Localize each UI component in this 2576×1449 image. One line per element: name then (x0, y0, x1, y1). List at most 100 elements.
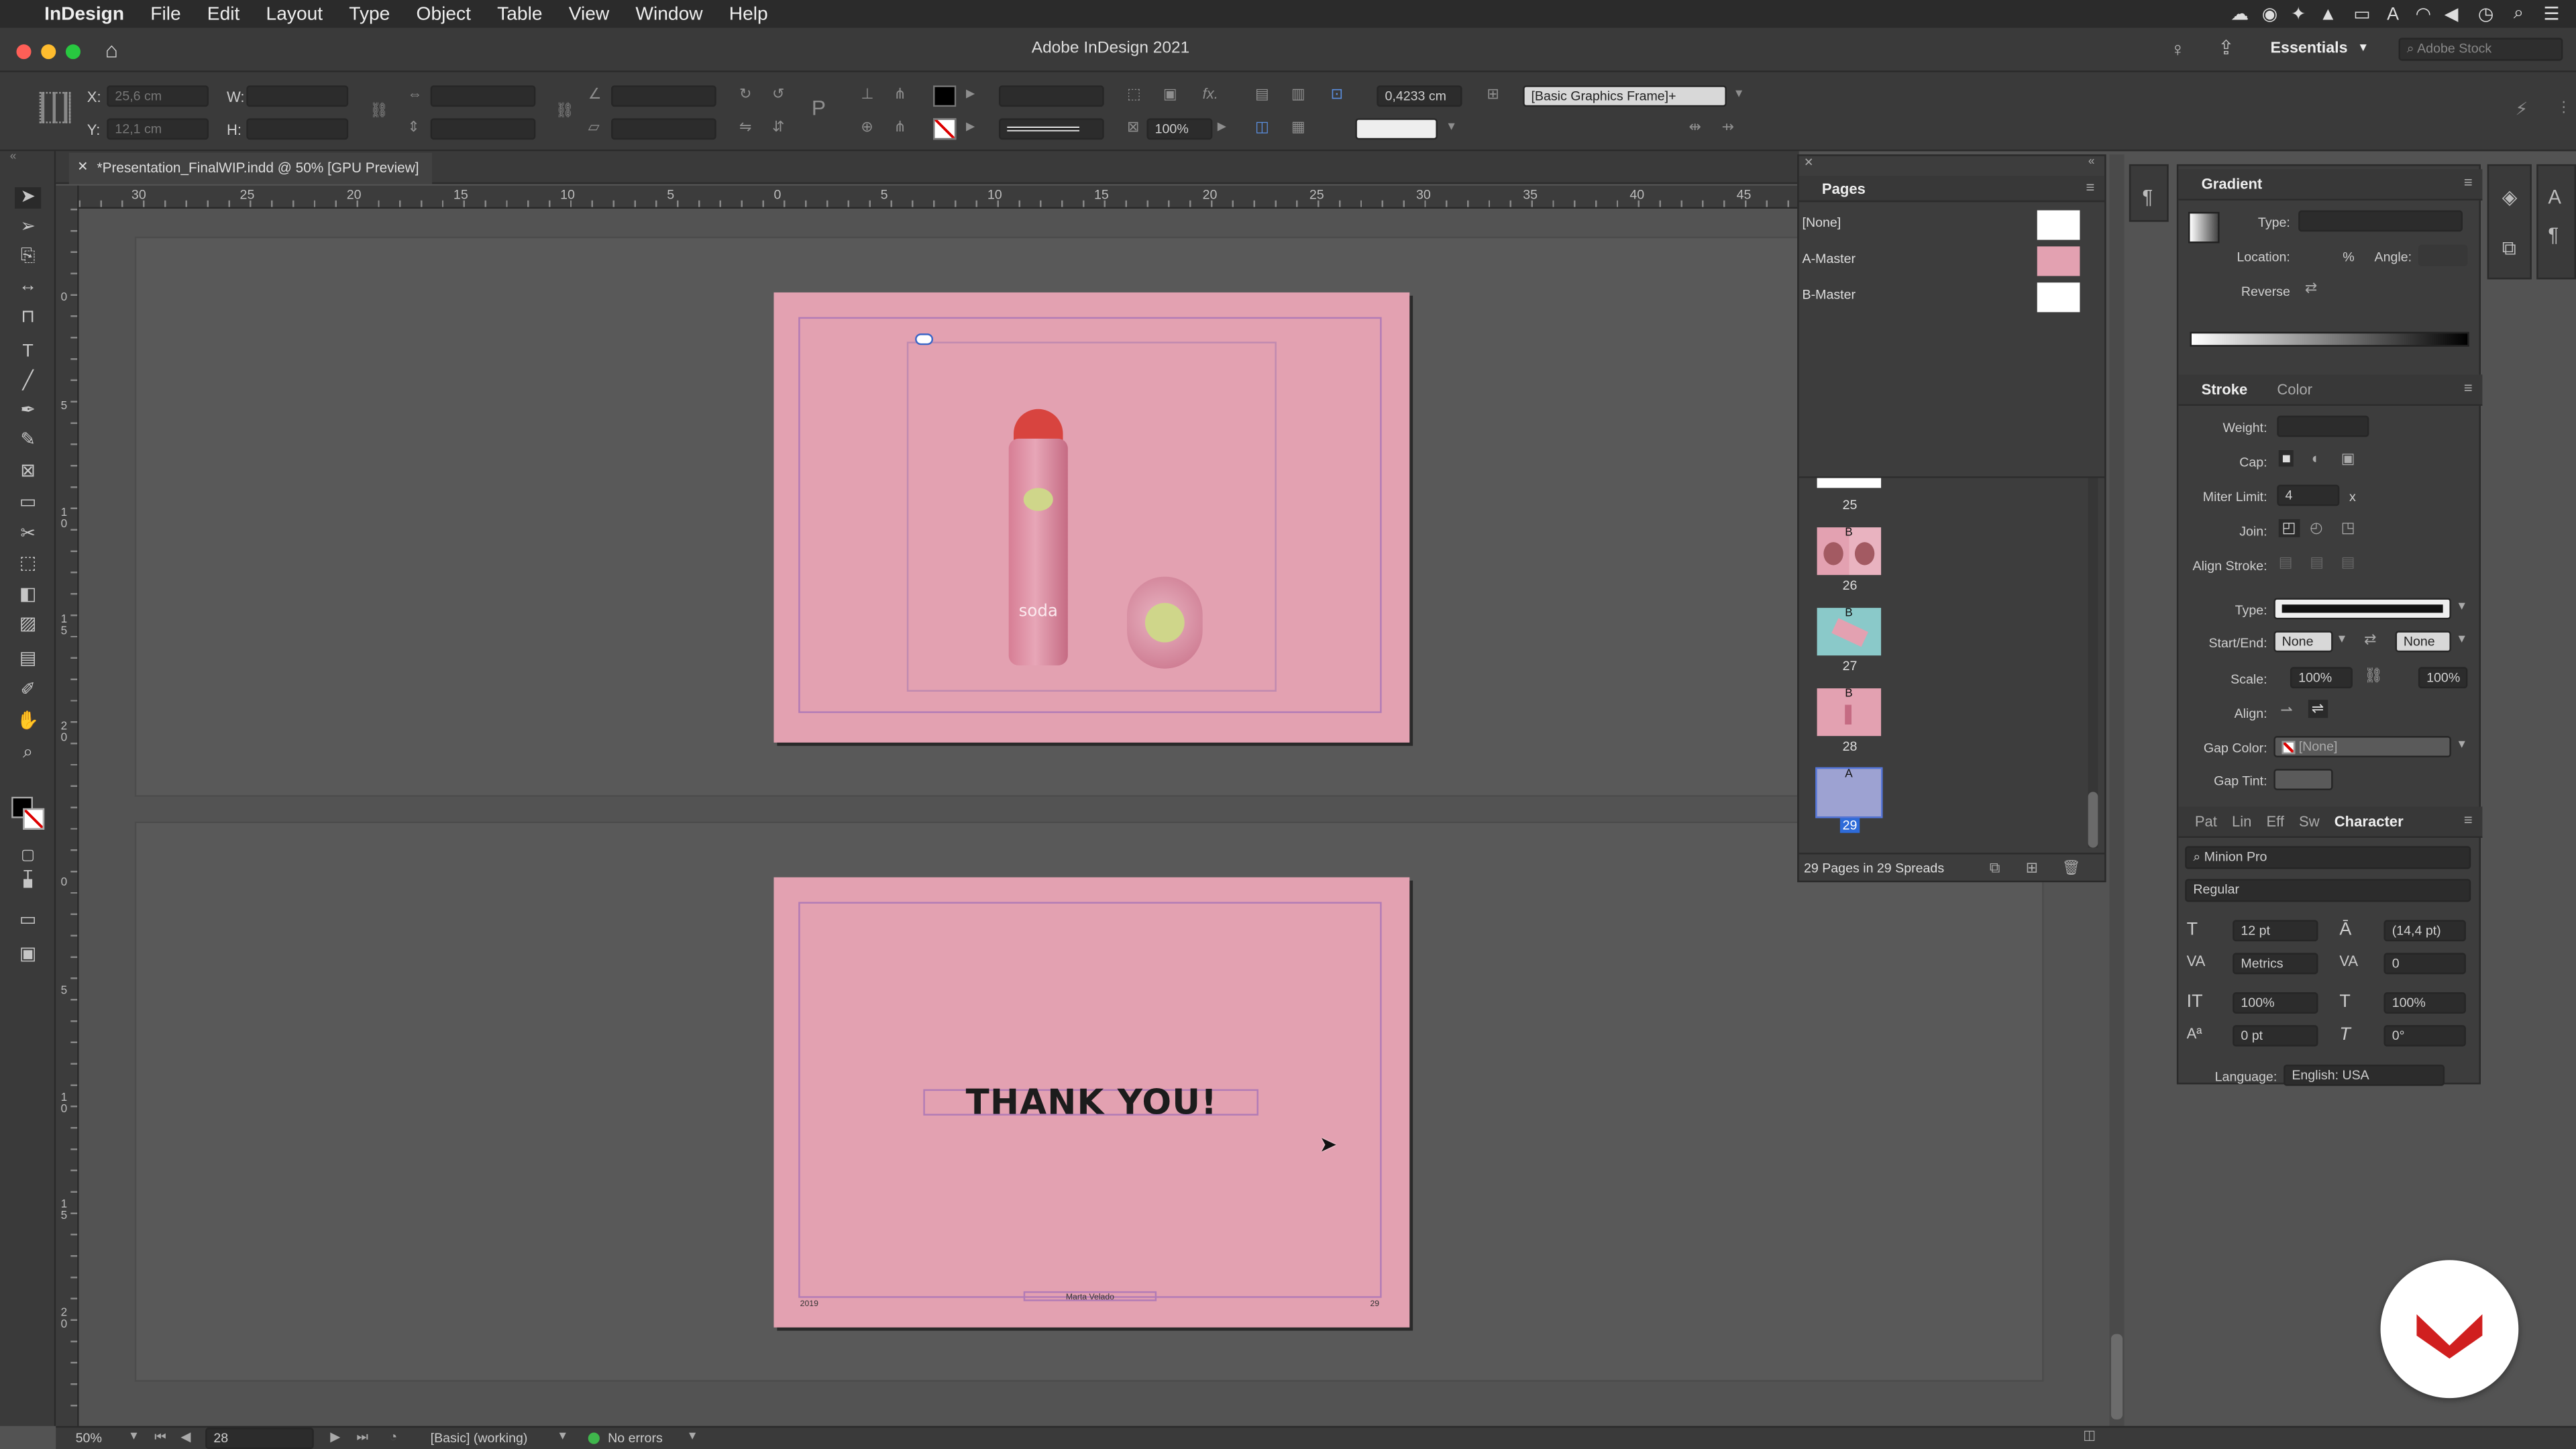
chevron-down-icon[interactable]: ▼ (1446, 121, 1457, 133)
y-field[interactable]: 12,1 cm (107, 118, 209, 140)
close-tab-icon[interactable]: ✕ (77, 160, 88, 174)
panel-menu-icon[interactable]: ≡ (2464, 812, 2473, 828)
stroke-type-field[interactable] (2273, 598, 2451, 620)
pilcrow-icon[interactable]: ¶ (2142, 186, 2153, 209)
gradient-swatch-tool-icon[interactable]: ◧ (15, 585, 41, 606)
eyedropper-tool-icon[interactable]: ✐ (15, 680, 41, 702)
menu-layout[interactable]: Layout (266, 4, 323, 23)
page-thumb-28[interactable]: B (1817, 688, 1882, 737)
language-dropdown[interactable]: English: USA (2284, 1064, 2445, 1086)
canvas-scroll-thumb[interactable] (2110, 1334, 2123, 1419)
tab-gradient[interactable]: Gradient (2202, 176, 2263, 192)
gradient-type-dropdown[interactable] (2298, 210, 2463, 232)
pencil-tool-icon[interactable]: ✎ (15, 431, 41, 452)
text-wrap-jump-icon[interactable]: ▦ (1291, 118, 1305, 136)
rectangle-frame-tool-icon[interactable]: ⊠ (15, 462, 41, 483)
lightning-icon[interactable]: ⚡ (2515, 99, 2528, 119)
sync-icon[interactable]: ◉ (2262, 3, 2278, 24)
stroke-color-icon[interactable] (23, 808, 45, 830)
tab-swatches[interactable]: Sw (2299, 813, 2320, 829)
chevron-down-icon[interactable]: ▼ (2456, 634, 2467, 645)
h-field[interactable] (246, 118, 349, 140)
butt-cap-icon[interactable]: ■ (2278, 450, 2294, 467)
select-content-icon[interactable]: ⊕ (861, 118, 873, 136)
chevron-down-icon[interactable]: ▼ (1733, 89, 1745, 100)
stroke-type-dropdown[interactable] (998, 118, 1104, 140)
formatting-container-icon[interactable]: ▢ T (15, 845, 41, 883)
character-styles-icon[interactable]: A (2548, 186, 2561, 209)
vertical-ruler[interactable]: 0 5 1 0 1 5 2 0 0 5 1 0 1 5 2 0 (56, 185, 79, 1426)
menu-app-name[interactable]: InDesign (44, 4, 124, 23)
stroke-swatch[interactable] (933, 118, 957, 140)
kerning-field[interactable]: Metrics (2233, 953, 2318, 975)
share-icon[interactable]: ⇪ (2218, 36, 2235, 59)
apply-color-icon[interactable]: ■ (15, 874, 41, 896)
tab-paths[interactable]: Pat (2195, 813, 2217, 829)
stroke-weight-field[interactable]: 0,4233 cm (1377, 85, 1462, 107)
menu-object[interactable]: Object (417, 4, 471, 23)
fitting-icon[interactable]: ⊡ (1331, 85, 1343, 103)
clock-icon[interactable]: ◷ (2478, 3, 2494, 24)
edit-page-size-icon[interactable]: ⧉ (1990, 859, 2000, 877)
align-outside-icon[interactable]: ▤ (2341, 553, 2355, 572)
chevron-right-icon[interactable]: ▶ (966, 87, 975, 100)
adobe-icon[interactable]: A (2387, 4, 2399, 23)
weight-field[interactable] (2277, 415, 2369, 437)
panel-menu-icon[interactable]: ≡ (2086, 179, 2095, 195)
first-page-icon[interactable]: ⏮ (154, 1430, 166, 1446)
tab-character[interactable]: Character (2334, 813, 2404, 829)
bevel-join-icon[interactable]: ◳ (2341, 519, 2355, 537)
scale-y-field[interactable] (430, 118, 536, 140)
place-tip-icon[interactable]: ⇌ (2308, 700, 2328, 718)
chevron-down-icon[interactable]: ▼ (2456, 739, 2467, 751)
scale-end-field[interactable]: 100% (2418, 667, 2468, 689)
tab-links[interactable]: Lin (2232, 813, 2251, 829)
collapse-panel-icon[interactable]: « (10, 151, 17, 162)
rectangle-tool-icon[interactable]: ▭ (15, 493, 41, 515)
scale-start-field[interactable]: 100% (2290, 667, 2353, 689)
type-tool-icon[interactable]: T (15, 341, 41, 363)
link-scale-icon[interactable]: ⛓ (2364, 667, 2383, 685)
scale-x-field[interactable] (430, 85, 536, 107)
chevron-down-icon[interactable]: ▼ (687, 1431, 698, 1442)
thank-you-heading[interactable]: THANK YOU! (773, 1083, 1409, 1122)
chevron-down-icon[interactable]: ▼ (2336, 634, 2347, 645)
prev-page-icon[interactable]: ◀ (180, 1430, 191, 1444)
horizontal-ruler[interactable]: 30 25 20 15 10 5 0 5 10 15 20 25 30 35 4… (78, 185, 1799, 209)
master-a[interactable]: A-Master (1803, 245, 2102, 278)
font-family-field[interactable]: ⌕ Minion Pro (2185, 846, 2471, 869)
quick-apply-icon[interactable]: ⇸ (1722, 118, 1734, 136)
select-next-icon[interactable]: ⋔ (894, 118, 906, 136)
page-28[interactable]: soda (773, 292, 1410, 743)
gradient-ramp[interactable] (2190, 331, 2469, 347)
layers-icon[interactable]: ◈ (2502, 186, 2518, 209)
end-arrow-dropdown[interactable]: None (2395, 631, 2451, 653)
x-field[interactable]: 25,6 cm (107, 85, 209, 107)
p-icon[interactable]: P (812, 95, 826, 120)
font-size-field[interactable]: 12 pt (2233, 920, 2318, 942)
pages-scrollbar-thumb[interactable] (2088, 792, 2098, 848)
drive-icon[interactable]: ▲ (2319, 4, 2337, 23)
adobe-stock-search[interactable]: ⌕ Adobe Stock (2398, 38, 2563, 61)
menu-window[interactable]: Window (635, 4, 702, 23)
start-arrow-dropdown[interactable]: None (2273, 631, 2333, 653)
pages-scrollbar[interactable] (2088, 478, 2098, 848)
workspace-switcher[interactable]: Essentials ▼ (2270, 40, 2369, 58)
text-wrap-shape-icon[interactable]: ◫ (1255, 118, 1269, 136)
selection-tool-icon[interactable]: ➤ (15, 187, 42, 209)
menu-edit[interactable]: Edit (207, 4, 240, 23)
swap-arrows-icon[interactable]: ⇄ (2364, 631, 2376, 649)
display-icon[interactable]: ▭ (2353, 3, 2370, 24)
close-panel-icon[interactable]: ✕ (1804, 156, 1813, 169)
constrain-proportions-icon[interactable]: ⛓ (370, 102, 388, 120)
fill-swatch[interactable] (933, 85, 957, 107)
rotate-cw-icon[interactable]: ↻ (739, 85, 751, 103)
gradient-swatch-icon[interactable] (2188, 211, 2220, 244)
frame-fit-icon[interactable]: ⬚ (1127, 85, 1141, 103)
master-none[interactable]: [None] (1803, 209, 2102, 241)
chevron-down-icon[interactable]: ▼ (128, 1431, 140, 1442)
panel-menu-icon[interactable]: ⋮ (2557, 99, 2571, 117)
horizontal-scale-field[interactable]: 100% (2383, 992, 2466, 1014)
scissors-tool-icon[interactable]: ✂ (15, 524, 41, 545)
last-page-icon[interactable]: ⏭ (356, 1430, 368, 1446)
